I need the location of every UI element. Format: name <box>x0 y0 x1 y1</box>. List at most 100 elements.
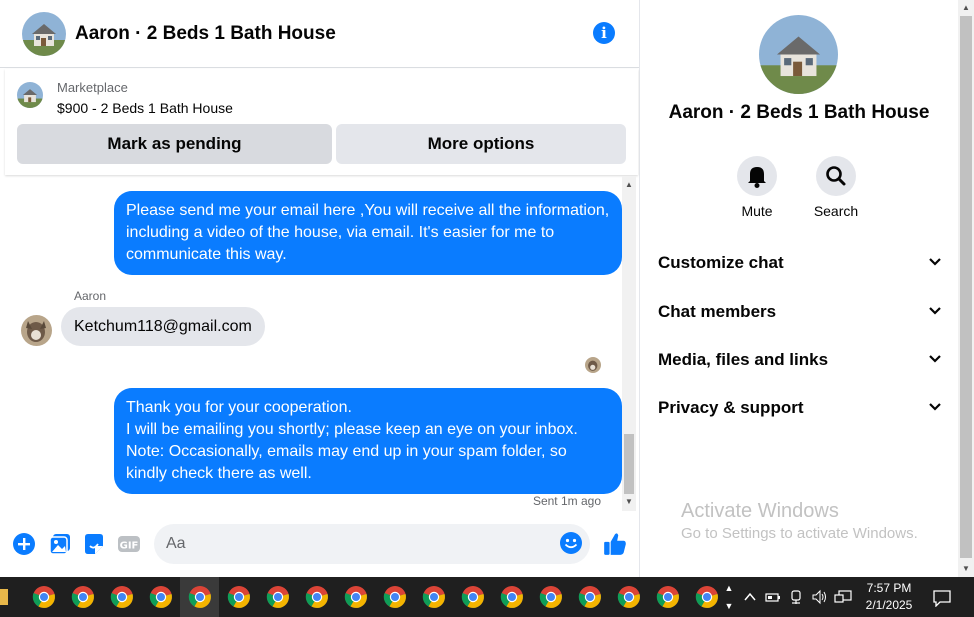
screen: Aaron · 2 Beds 1 Bath House i Marketplac… <box>0 0 974 617</box>
privacy-support-row[interactable]: Privacy & support <box>658 388 942 428</box>
chrome-icon <box>32 585 56 609</box>
panel-avatar[interactable] <box>759 15 838 94</box>
scroll-thumb[interactable] <box>624 434 634 494</box>
taskbar-chrome-button[interactable] <box>570 577 609 617</box>
chrome-icon <box>110 585 134 609</box>
caret-up-icon[interactable] <box>742 589 758 605</box>
chat-title[interactable]: Aaron · 2 Beds 1 Bath House <box>75 23 336 45</box>
taskbar-chrome-button[interactable] <box>63 577 102 617</box>
chat-pane: Aaron · 2 Beds 1 Bath House i Marketplac… <box>0 0 640 577</box>
message-outgoing[interactable]: Thank you for your cooperation. I will b… <box>114 388 622 494</box>
taskbar: ▲ ▼ 7:57 PM 2/1/2025 <box>0 577 974 617</box>
customize-chat-label: Customize chat <box>658 253 784 272</box>
chrome-icon <box>617 585 641 609</box>
scroll-arrows[interactable]: ▲ ▼ <box>722 579 736 615</box>
media-files-links-row[interactable]: Media, files and links <box>658 340 942 380</box>
svg-text:GIF: GIF <box>120 541 139 552</box>
taskbar-chrome-button[interactable] <box>180 577 219 617</box>
search-label: Search <box>813 203 859 219</box>
scroll-down-arrow[interactable]: ▼ <box>622 495 636 509</box>
taskbar-chrome-button[interactable] <box>24 577 63 617</box>
search-icon[interactable] <box>816 156 856 196</box>
sender-name: Aaron <box>74 289 107 303</box>
clock-time: 7:57 PM <box>866 581 912 595</box>
search-button[interactable]: Search <box>796 156 876 219</box>
battery-icon[interactable] <box>765 589 781 605</box>
chrome-icon <box>422 585 446 609</box>
chevron-down-icon <box>928 351 942 369</box>
emoji-icon[interactable] <box>560 532 582 554</box>
taskbar-chrome-button[interactable] <box>531 577 570 617</box>
chrome-icon <box>227 585 251 609</box>
bell-icon[interactable] <box>737 156 777 196</box>
media-files-links-label: Media, files and links <box>658 350 829 369</box>
chat-members-row[interactable]: Chat members <box>658 292 942 332</box>
listing-thumbnail[interactable] <box>17 82 43 108</box>
photo-icon[interactable] <box>48 532 72 556</box>
gif-icon[interactable]: GIF <box>117 532 141 556</box>
chat-avatar[interactable] <box>22 11 66 56</box>
window-scrollbar[interactable]: ▲ ▼ <box>958 0 974 577</box>
customize-chat-row[interactable]: Customize chat <box>658 243 942 283</box>
taskbar-chrome-button[interactable] <box>336 577 375 617</box>
activate-windows-subtitle: Go to Settings to activate Windows. <box>681 525 918 542</box>
message-scrollbar[interactable]: ▲ ▼ <box>622 176 636 511</box>
chrome-icon <box>461 585 485 609</box>
taskbar-chrome-button[interactable] <box>141 577 180 617</box>
mute-label: Mute <box>741 203 773 219</box>
chrome-icon <box>305 585 329 609</box>
mark-pending-button[interactable]: Mark as pending <box>17 124 332 164</box>
chrome-icon <box>188 585 212 609</box>
marketplace-label: Marketplace <box>57 80 128 95</box>
message-outgoing[interactable]: Please send me your email here ,You will… <box>114 191 622 275</box>
chat-members-label: Chat members <box>658 302 777 321</box>
notification-icon[interactable] <box>932 589 952 608</box>
chrome-icon <box>383 585 407 609</box>
info-icon[interactable]: i <box>593 22 615 44</box>
scroll-up-arrow[interactable]: ▲ <box>958 1 974 15</box>
chrome-icon <box>344 585 368 609</box>
network-icon[interactable] <box>788 589 804 605</box>
chevron-down-icon <box>928 254 942 272</box>
taskbar-chrome-button[interactable] <box>102 577 141 617</box>
message-line: Note: Occasionally, emails may end up in… <box>126 443 567 482</box>
taskbar-chrome-button[interactable] <box>414 577 453 617</box>
scroll-thumb[interactable] <box>960 16 972 558</box>
network-status-icon[interactable] <box>834 589 852 605</box>
taskbar-chrome-button[interactable] <box>258 577 297 617</box>
message-line: Thank you for your cooperation. <box>126 399 352 416</box>
message-line: I will be emailing you shortly; please k… <box>126 421 578 438</box>
chrome-icon <box>656 585 680 609</box>
file-explorer-icon[interactable] <box>0 589 8 605</box>
message-list: Please send me your email here ,You will… <box>5 176 622 511</box>
sticker-icon[interactable] <box>82 532 106 556</box>
taskbar-chrome-button[interactable] <box>453 577 492 617</box>
scroll-down-arrow[interactable]: ▼ <box>958 562 974 576</box>
taskbar-chrome-button[interactable] <box>648 577 687 617</box>
message-input[interactable] <box>166 524 546 564</box>
mute-button[interactable]: Mute <box>717 156 797 219</box>
taskbar-chrome-button[interactable] <box>297 577 336 617</box>
chrome-icon <box>500 585 524 609</box>
chrome-icon <box>695 585 719 609</box>
taskbar-chrome-button[interactable] <box>219 577 258 617</box>
message-input-box[interactable] <box>154 524 590 564</box>
message-incoming[interactable]: Ketchum118@gmail.com <box>61 307 265 346</box>
taskbar-chrome-button[interactable] <box>609 577 648 617</box>
chrome-icon <box>539 585 563 609</box>
plus-icon[interactable] <box>12 532 36 556</box>
more-options-button[interactable]: More options <box>336 124 626 164</box>
clock[interactable]: 7:57 PM 2/1/2025 <box>860 580 918 614</box>
taskbar-chrome-button[interactable] <box>492 577 531 617</box>
taskbar-chrome-button[interactable] <box>375 577 414 617</box>
chrome-icon <box>266 585 290 609</box>
chevron-down-icon <box>928 399 942 417</box>
listing-title[interactable]: $900 - 2 Beds 1 Bath House <box>57 100 233 116</box>
like-icon[interactable] <box>602 531 626 555</box>
sender-avatar[interactable] <box>21 315 52 346</box>
volume-icon[interactable] <box>811 589 827 605</box>
chat-header: Aaron · 2 Beds 1 Bath House i <box>0 0 639 68</box>
activate-windows-title: Activate Windows <box>681 500 839 522</box>
conversation-details-panel: Aaron · 2 Beds 1 Bath House Mute Search … <box>640 0 958 577</box>
scroll-up-arrow[interactable]: ▲ <box>622 178 636 192</box>
